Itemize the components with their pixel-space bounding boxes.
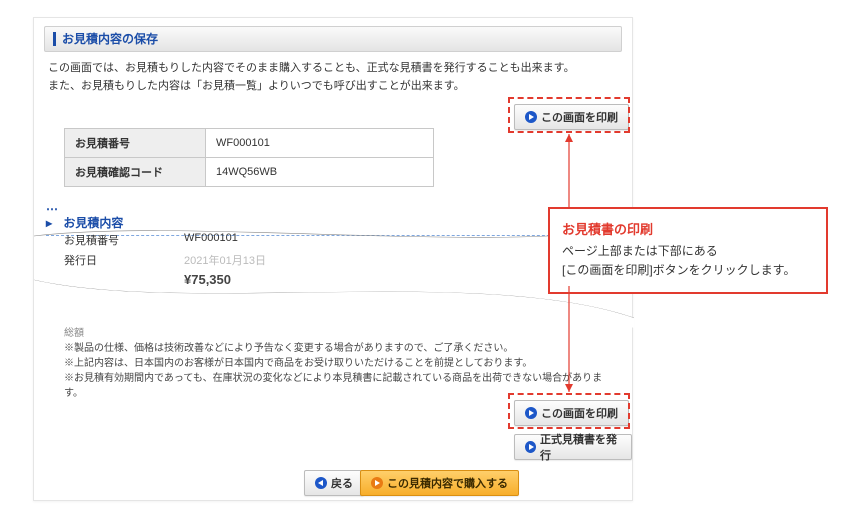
detail-row-price: ¥75,350 <box>64 272 434 287</box>
title-bar: お見積内容の保存 <box>44 26 622 52</box>
play-icon <box>525 407 537 419</box>
play-icon <box>371 477 383 489</box>
callout-title: お見積書の印刷 <box>562 219 814 238</box>
section-arrow-icon: ⋯▸ <box>46 202 58 230</box>
quote-save-panel: お見積内容の保存 この画面では、お見積もりした内容でそのまま購入することも、正式… <box>33 17 633 501</box>
print-button-bottom-label: この画面を印刷 <box>541 405 618 421</box>
callout-body-1: ページ上部または下部にある <box>562 242 814 261</box>
disclaimer-notes: 総額 ※製品の仕様、価格は技術改善などにより予告なく変更する場合がありますので、… <box>64 326 612 401</box>
intro-line-2: また、お見積もりした内容は「お見積一覧」よりいつでも呼び出すことが出来ます。 <box>48 78 618 96</box>
note-line-3: ※お見積有効期間内であっても、在庫状況の変化などにより本見積書に記載されている商… <box>64 371 612 401</box>
detail-row: 発行日 2021年01月13日 <box>64 252 434 268</box>
total-label: 総額 <box>64 326 612 341</box>
print-button-bottom[interactable]: この画面を印刷 <box>514 400 629 426</box>
table-row: お見積確認コード 14WQ56WB <box>65 158 434 187</box>
info-val-0: WF000101 <box>206 129 434 158</box>
note-line-1: ※製品の仕様、価格は技術改善などにより予告なく変更する場合がありますので、ご了承… <box>64 341 612 356</box>
detail-row: お見積番号 WF000101 <box>64 232 434 248</box>
buy-with-quote-button[interactable]: この見積内容で購入する <box>360 470 519 496</box>
play-icon <box>525 111 537 123</box>
play-icon <box>525 441 536 453</box>
back-button-label: 戻る <box>331 475 353 491</box>
table-row: お見積番号 WF000101 <box>65 129 434 158</box>
info-key-0: お見積番号 <box>65 129 206 158</box>
note-line-2: ※上記内容は、日本国内のお客様が日本国内で商品をお受け取りいただけることを前提と… <box>64 356 612 371</box>
detail-val-0: WF000101 <box>184 232 434 248</box>
callout-body-2: [この画面を印刷]ボタンをクリックします。 <box>562 261 814 280</box>
buy-with-quote-button-label: この見積内容で購入する <box>387 475 508 491</box>
quote-details: お見積番号 WF000101 発行日 2021年01月13日 ¥75,350 <box>64 228 434 287</box>
detail-val-1: 2021年01月13日 <box>184 252 434 268</box>
detail-price: ¥75,350 <box>184 272 434 287</box>
print-button-top-label: この画面を印刷 <box>541 109 618 125</box>
info-val-1: 14WQ56WB <box>206 158 434 187</box>
intro-text: この画面では、お見積もりした内容でそのまま購入することも、正式な見積書を発行する… <box>48 60 618 95</box>
detail-key-0: お見積番号 <box>64 232 184 248</box>
quote-info-table: お見積番号 WF000101 お見積確認コード 14WQ56WB <box>64 128 434 187</box>
issue-quote-button-label: 正式見積書を発行 <box>540 431 621 463</box>
detail-key-1: 発行日 <box>64 252 184 268</box>
title-bar-text: お見積内容の保存 <box>53 32 158 46</box>
intro-line-1: この画面では、お見積もりした内容でそのまま購入することも、正式な見積書を発行する… <box>48 60 618 78</box>
back-button[interactable]: 戻る <box>304 470 364 496</box>
back-icon <box>315 477 327 489</box>
issue-quote-button[interactable]: 正式見積書を発行 <box>514 434 632 460</box>
print-button-top[interactable]: この画面を印刷 <box>514 104 629 130</box>
info-key-1: お見積確認コード <box>65 158 206 187</box>
annotation-callout: お見積書の印刷 ページ上部または下部にある [この画面を印刷]ボタンをクリックし… <box>548 207 828 294</box>
